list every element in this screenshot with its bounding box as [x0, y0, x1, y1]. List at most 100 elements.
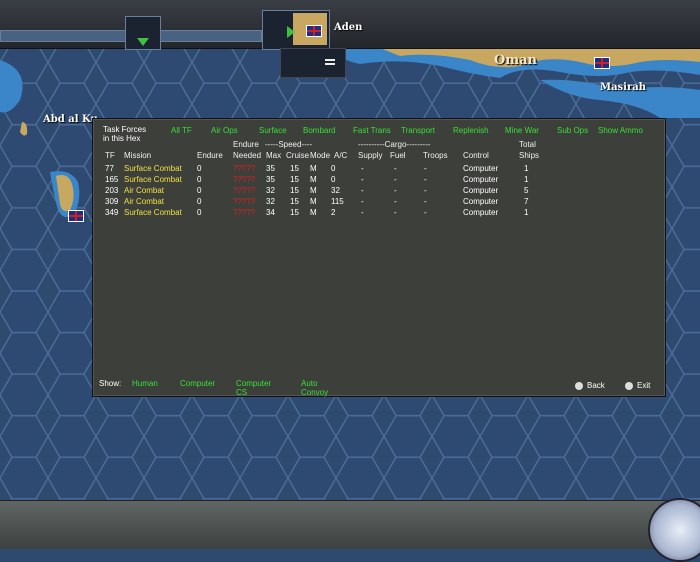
task-force-row[interactable]: 77 Surface Combat 0????? 35 15 M 0 - - - Computer 1: [93, 164, 563, 175]
filter-show-ammo[interactable]: Show Ammo: [598, 126, 643, 135]
cell-fuel: -: [394, 208, 397, 217]
header-endure[interactable]: Endure: [197, 151, 223, 160]
task-force-row[interactable]: 203 Air Combat 0????? 32 15 M 32 - - - Computer 5: [93, 186, 563, 197]
toolbar-subpanel: [280, 48, 346, 78]
cell-ships: 1: [524, 175, 529, 184]
back-arrow-icon: [575, 381, 583, 390]
cell-mode: M: [310, 175, 317, 184]
cell-troops: -: [424, 164, 427, 173]
cell-supply: -: [361, 175, 364, 184]
cell-ships: 5: [524, 186, 529, 195]
compass-icon[interactable]: [648, 498, 700, 562]
header-ships[interactable]: Ships: [519, 151, 539, 160]
task-force-row[interactable]: 165 Surface Combat 0????? 35 15 M 0 - - - Computer…: [93, 175, 563, 186]
header-ac[interactable]: A/C: [334, 151, 347, 160]
cell-endure: 0: [197, 197, 202, 206]
cell-cruise: 15: [290, 164, 299, 173]
show-human[interactable]: Human: [132, 379, 158, 388]
cell-control: Computer: [463, 186, 499, 195]
uk-flag-icon[interactable]: [68, 210, 84, 222]
cell-ac: 2: [331, 208, 336, 217]
place-label-oman: Oman: [494, 53, 537, 68]
play-icon[interactable]: [287, 26, 295, 38]
cell-ac: 115: [331, 197, 344, 206]
header-tf[interactable]: TF: [105, 151, 115, 160]
cell-mode: M: [310, 164, 317, 173]
header-max[interactable]: Max: [266, 151, 281, 160]
header-speed-top: -----Speed----: [265, 140, 313, 149]
cell-mission[interactable]: Air Combat: [124, 197, 164, 206]
header-total-top: Total: [519, 140, 536, 149]
header-fuel[interactable]: Fuel: [390, 151, 406, 160]
cell-cruise: 15: [290, 208, 299, 217]
cell-mode: M: [310, 208, 317, 217]
filter-surface[interactable]: Surface: [259, 126, 287, 135]
cell-troops: -: [424, 186, 427, 195]
filter-all-tf[interactable]: All TF: [171, 126, 192, 135]
header-endure-top: Endure: [233, 140, 259, 149]
filter-fast-trans[interactable]: Fast Trans: [353, 126, 391, 135]
cell-supply: -: [361, 186, 364, 195]
cell-mission[interactable]: Air Combat: [124, 186, 164, 195]
cell-ac: 32: [331, 186, 340, 195]
cell-max: 35: [266, 164, 275, 173]
cell-supply: -: [361, 164, 364, 173]
back-button[interactable]: Back: [575, 381, 605, 390]
uk-flag-icon[interactable]: [594, 57, 610, 69]
cell-max: 32: [266, 186, 275, 195]
cell-max: 35: [266, 175, 275, 184]
place-label-abd-al-ku: Abd al Ku: [43, 114, 98, 125]
task-forces-panel: Task Forces in this Hex All TF Air Ops S…: [92, 118, 666, 397]
cell-max: 32: [266, 197, 275, 206]
cell-fuel: -: [394, 197, 397, 206]
bottom-bar: [0, 500, 700, 549]
filter-transport[interactable]: Transport: [401, 126, 435, 135]
toolbar-strip: [0, 30, 127, 42]
header-needed[interactable]: Needed: [233, 151, 261, 160]
header-cargo-top: ----------Cargo---------: [358, 140, 431, 149]
cell-mode: M: [310, 197, 317, 206]
cell-cruise: 15: [290, 197, 299, 206]
header-control[interactable]: Control: [463, 151, 489, 160]
cell-needed: ?????: [233, 197, 256, 206]
cell-mission[interactable]: Surface Combat: [124, 164, 182, 173]
cell-tf[interactable]: 77: [105, 164, 114, 173]
cell-tf[interactable]: 309: [105, 197, 118, 206]
cell-fuel: -: [394, 164, 397, 173]
cell-control: Computer: [463, 197, 499, 206]
filter-replenish[interactable]: Replenish: [453, 126, 489, 135]
task-force-row[interactable]: 349 Surface Combat 0????? 34 15 M 2 - - - Computer…: [93, 208, 563, 219]
show-auto-convoy[interactable]: Auto Convoy: [301, 379, 328, 397]
exit-button[interactable]: Exit: [625, 381, 650, 390]
dropdown-arrow-icon[interactable]: [137, 38, 149, 46]
cell-mode: M: [310, 186, 317, 195]
cell-needed: ?????: [233, 175, 256, 184]
header-troops[interactable]: Troops: [423, 151, 448, 160]
header-cruise[interactable]: Cruise: [286, 151, 309, 160]
filter-mine-war[interactable]: Mine War: [505, 126, 539, 135]
show-computer[interactable]: Computer: [180, 379, 215, 388]
cell-tf[interactable]: 203: [105, 186, 118, 195]
cell-cruise: 15: [290, 175, 299, 184]
panel-title-line1: Task Forces: [103, 125, 147, 134]
cell-supply: -: [361, 197, 364, 206]
cell-ships: 7: [524, 197, 529, 206]
header-mode[interactable]: Mode: [310, 151, 330, 160]
cell-troops: -: [424, 208, 427, 217]
filter-air-ops[interactable]: Air Ops: [211, 126, 238, 135]
header-mission[interactable]: Mission: [124, 151, 151, 160]
show-computer-cs[interactable]: Computer CS: [236, 379, 271, 397]
cell-mission[interactable]: Surface Combat: [124, 208, 182, 217]
cell-tf[interactable]: 349: [105, 208, 118, 217]
cell-fuel: -: [394, 175, 397, 184]
filter-bombard[interactable]: Bombard: [303, 126, 335, 135]
cell-endure: 0: [197, 208, 202, 217]
task-force-row[interactable]: 309 Air Combat 0????? 32 15 M 115 - - - Computer 7: [93, 197, 563, 208]
cell-tf[interactable]: 165: [105, 175, 118, 184]
cell-troops: -: [424, 175, 427, 184]
place-label-masirah: Masirah: [600, 82, 646, 93]
cell-ac: 0: [331, 175, 336, 184]
filter-sub-ops[interactable]: Sub Ops: [557, 126, 588, 135]
cell-mission[interactable]: Surface Combat: [124, 175, 182, 184]
header-supply[interactable]: Supply: [358, 151, 382, 160]
